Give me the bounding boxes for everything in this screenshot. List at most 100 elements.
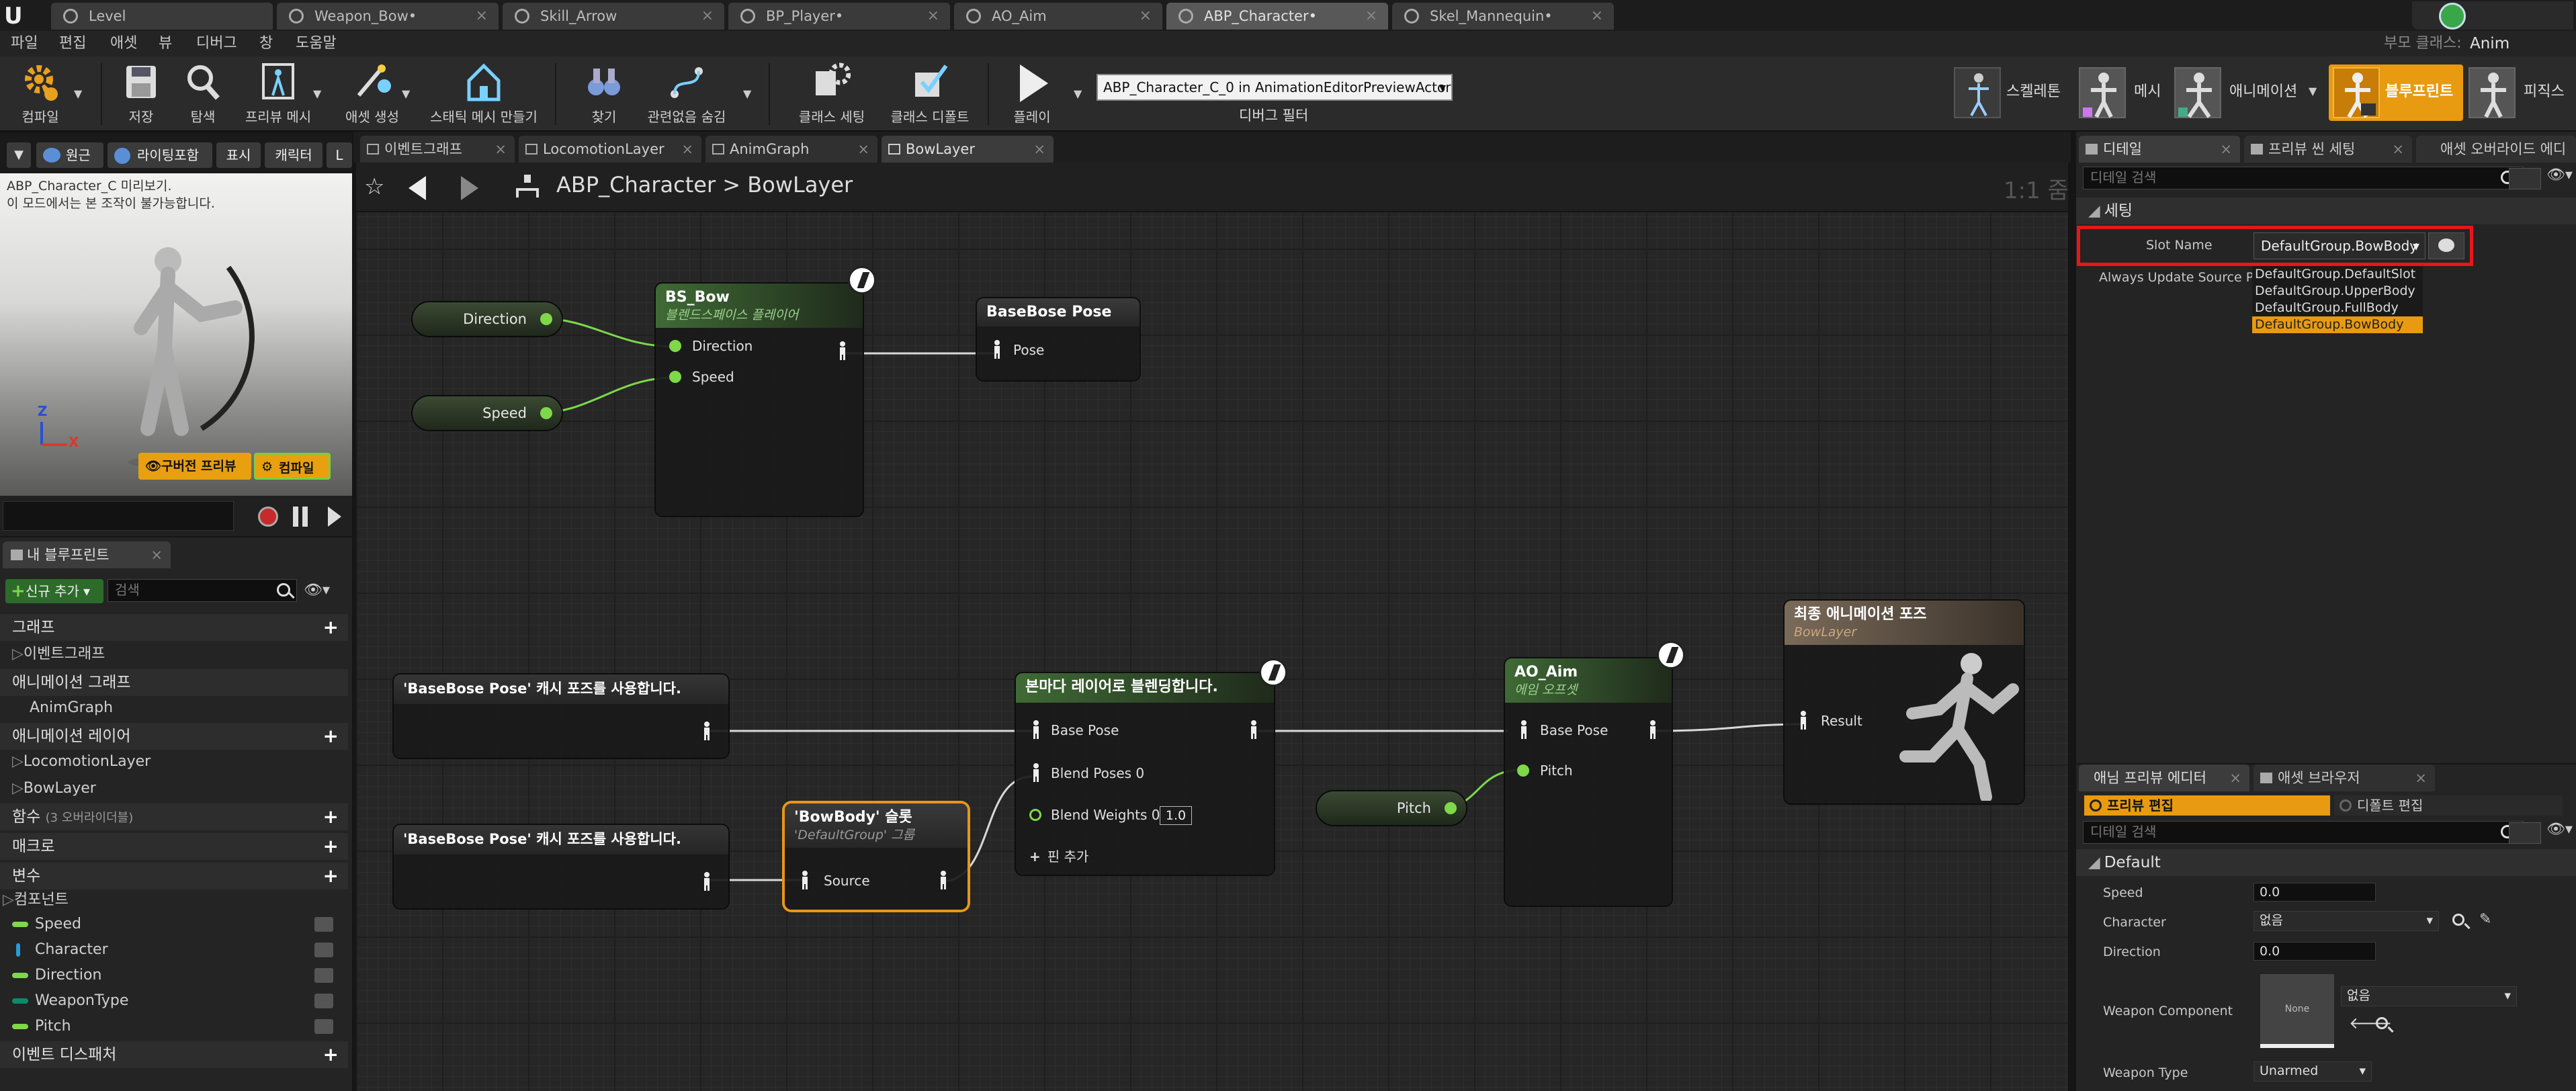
option-bow-body[interactable]: DefaultGroup.BowBody	[2252, 316, 2423, 333]
pause-icon-bar[interactable]	[293, 507, 298, 527]
section-graphs[interactable]: 그래프 +	[0, 614, 348, 641]
menu-help[interactable]: 도움말	[296, 31, 337, 56]
pin-ao-pitch[interactable]	[1517, 765, 1529, 777]
aim-offset-node[interactable]: AO_Aim 에임 오프셋 Base Pose Pitch	[1505, 658, 1672, 906]
tree-item-anim-graph[interactable]: AnimGraph	[0, 696, 348, 720]
tab-anim-preview-editor[interactable]: 애님 프리뷰 에디터 ×	[2079, 765, 2249, 791]
get-direction-node[interactable]: Direction	[413, 302, 562, 336]
character-dropdown[interactable]: 없음 ▾	[2253, 911, 2439, 931]
viewport-options-chevron-icon[interactable]: ▼	[7, 142, 31, 168]
use-cached-pose-node[interactable]: 'BaseBose Pose' 캐시 포즈를 사용합니다.	[394, 674, 728, 758]
section-functions[interactable]: 함수 (3 오버라이더블) +	[0, 803, 348, 830]
class-settings-button[interactable]: 클래스 세팅	[786, 56, 877, 132]
output-pose-node[interactable]: 최종 애니메이션 포즈 BowLayer Result	[1785, 601, 2024, 803]
section-anim-graphs[interactable]: 애니메이션 그래프	[0, 669, 348, 696]
blend-weight-input[interactable]: 1.0	[1160, 806, 1192, 825]
tab-details[interactable]: 디테일 ×	[2079, 136, 2240, 163]
pose-output-pin-icon[interactable]	[701, 872, 712, 891]
pose-output-pin-icon[interactable]	[701, 722, 712, 740]
hide-unrelated-button[interactable]: 관련없음 숨김	[638, 56, 735, 132]
tab-weapon-bow[interactable]: Weapon_Bow• ×	[277, 3, 499, 30]
variable-item[interactable]: Pitch	[0, 1014, 348, 1039]
play-options-chevron-icon[interactable]: ▼	[1074, 87, 1082, 100]
pause-icon-bar[interactable]	[302, 507, 308, 527]
browse-slot-button[interactable]	[2428, 232, 2464, 259]
pose-output-pin-icon[interactable]	[1647, 720, 1658, 739]
animation-mode-chevron-icon[interactable]: ▼	[2309, 85, 2317, 97]
direction-input[interactable]: 0.0	[2253, 942, 2376, 961]
skeleton-mode-icon[interactable]	[1954, 67, 2001, 118]
mode-mesh-label[interactable]: 메시	[2134, 79, 2161, 101]
weapon-type-dropdown[interactable]: Unarmed ▾	[2253, 1061, 2372, 1082]
tab-level[interactable]: Level	[51, 3, 273, 30]
weapon-component-dropdown[interactable]: 없음 ▾	[2341, 986, 2517, 1006]
animation-mode-icon[interactable]	[2174, 67, 2221, 118]
forward-arrow-icon[interactable]	[461, 176, 478, 200]
find-button[interactable]: 찾기	[564, 56, 644, 132]
visibility-eye-icon[interactable]	[314, 1019, 333, 1034]
play-button[interactable]: 플레이	[998, 56, 1066, 132]
tab-my-blueprint[interactable]: 내 블루프린트 ×	[3, 541, 171, 568]
tree-item-components[interactable]: ▷컴포넌트	[0, 888, 348, 912]
mode-blueprint-button[interactable]: 블루프린트	[2329, 64, 2463, 121]
add-variable-plus-icon[interactable]: +	[323, 867, 339, 885]
lod-button[interactable]: L	[327, 142, 352, 168]
close-icon[interactable]: ×	[1591, 3, 1603, 30]
option-full-body[interactable]: DefaultGroup.FullBody	[2252, 300, 2423, 316]
mode-skeleton-label[interactable]: 스켈레톤	[2006, 79, 2061, 101]
browse-search-icon[interactable]	[2452, 914, 2464, 926]
tab-bow-layer[interactable]: BowLayer ×	[882, 136, 1054, 163]
add-function-plus-icon[interactable]: +	[323, 808, 339, 826]
physics-mode-icon[interactable]	[2468, 67, 2516, 118]
menu-view[interactable]: 뷰	[159, 31, 172, 56]
tab-anim-graph[interactable]: AnimGraph ×	[705, 136, 877, 163]
add-new-button[interactable]: + 신규 추가 ▾	[5, 579, 103, 603]
tab-preview-scene-settings[interactable]: 프리뷰 씬 세팅 ×	[2244, 136, 2412, 163]
bowbody-slot-node[interactable]: 'BowBody' 슬롯 'DefaultGroup' 그룹 Source	[785, 803, 968, 910]
get-pitch-node[interactable]: Pitch	[1317, 791, 1466, 825]
blueprint-search-input[interactable]: 검색	[108, 579, 297, 602]
close-icon[interactable]: ×	[2220, 136, 2232, 163]
close-icon[interactable]: ×	[701, 3, 714, 30]
close-icon[interactable]: ×	[927, 3, 939, 30]
step-forward-icon[interactable]	[328, 507, 341, 527]
use-cached-pose-node[interactable]: 'BaseBose Pose' 캐시 포즈를 사용합니다.	[394, 825, 728, 908]
menu-asset[interactable]: 애셋	[110, 31, 137, 56]
close-icon[interactable]: ×	[1140, 3, 1152, 30]
variable-item[interactable]: Direction	[0, 963, 348, 988]
pin-pitch-out[interactable]	[1445, 802, 1457, 814]
pose-input-pin-icon[interactable]	[1031, 720, 1041, 739]
edit-defaults-toggle[interactable]: 디폴트 편집	[2334, 795, 2563, 816]
show-button[interactable]: 표시	[216, 142, 261, 168]
close-icon[interactable]: ×	[681, 136, 693, 163]
tree-item-event-graph[interactable]: ▷이벤트그래프	[0, 642, 348, 666]
legacy-preview-button[interactable]: 👁 구버전 프리뷰	[138, 453, 251, 480]
option-default-slot[interactable]: DefaultGroup.DefaultSlot	[2252, 266, 2423, 283]
tab-bp-player[interactable]: BP_Player• ×	[728, 3, 950, 30]
pin-direction-out[interactable]	[540, 313, 552, 325]
tab-ao-aim[interactable]: AO_Aim ×	[954, 3, 1162, 30]
hide-unrelated-chevron-icon[interactable]: ▼	[743, 87, 751, 100]
tab-abp-character[interactable]: ABP_Character• ×	[1166, 3, 1388, 30]
add-macro-plus-icon[interactable]: +	[323, 837, 339, 856]
close-icon[interactable]: ×	[476, 3, 488, 30]
section-anim-layers[interactable]: 애니메이션 레이어 +	[0, 723, 348, 750]
compile-options-chevron-icon[interactable]: ▼	[74, 87, 82, 100]
pose-output-pin-icon[interactable]	[938, 871, 949, 889]
pin-bs-direction[interactable]	[669, 340, 681, 352]
pose-input-pin-icon[interactable]	[1031, 763, 1041, 782]
visibility-eye-icon[interactable]	[314, 943, 333, 957]
property-matrix-icon[interactable]	[2509, 822, 2541, 844]
make-static-mesh-button[interactable]: 스태틱 메시 만들기	[423, 56, 544, 132]
view-options-eye-icon[interactable]: 👁▾	[2546, 821, 2573, 838]
source-control-icon[interactable]	[2439, 3, 2466, 30]
browse-search-icon[interactable]	[2376, 1017, 2388, 1029]
menu-file[interactable]: 파일	[11, 31, 38, 56]
browse-button[interactable]: 탐색	[171, 56, 235, 132]
pose-input-pin-icon[interactable]	[800, 871, 810, 889]
variable-item[interactable]: WeaponType	[0, 989, 348, 1013]
close-icon[interactable]: ×	[2229, 765, 2241, 791]
debug-object-dropdown[interactable]: ABP_Character_C_0 in AnimationEditorPrev…	[1097, 74, 1453, 101]
tree-item-bow-layer[interactable]: ▷BowLayer	[0, 777, 348, 801]
save-button[interactable]: 저장	[109, 56, 173, 132]
